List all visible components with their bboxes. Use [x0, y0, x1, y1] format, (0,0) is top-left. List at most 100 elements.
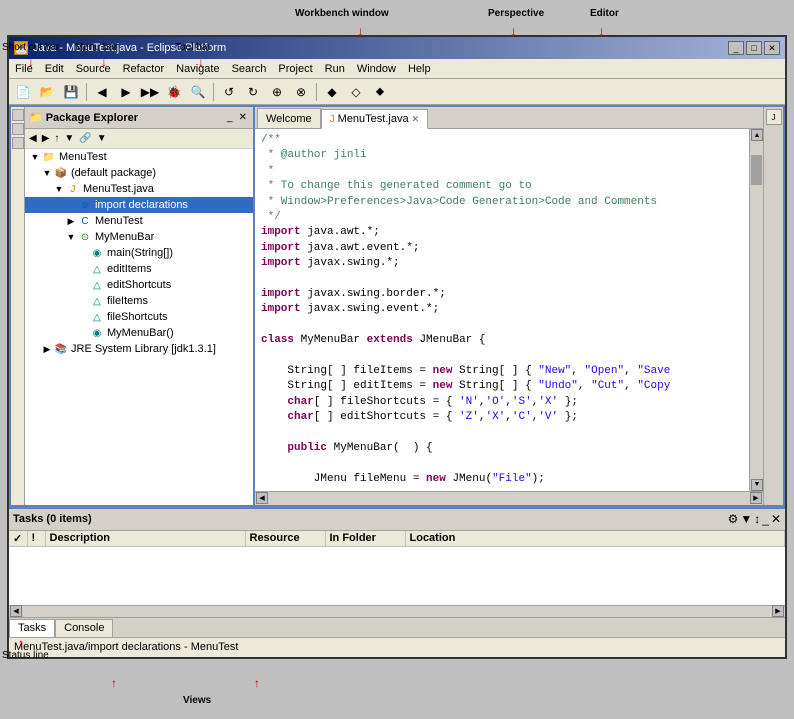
menu-file[interactable]: File: [9, 62, 39, 76]
toolbar-new-btn[interactable]: 📄: [12, 82, 34, 102]
tree-item-jre[interactable]: ▶ 📚 JRE System Library [jdk1.3.1]: [25, 341, 253, 357]
constructor-icon: ◉: [89, 326, 105, 340]
perspective-java-item[interactable]: J: [766, 109, 782, 125]
menutest-class-arrow[interactable]: ▶: [65, 216, 77, 227]
tree-item-fileshortcuts[interactable]: △ fileShortcuts: [25, 309, 253, 325]
menu-search[interactable]: Search: [226, 62, 273, 76]
jre-arrow[interactable]: ▶: [41, 344, 53, 355]
scroll-down-btn[interactable]: ▼: [751, 479, 763, 491]
exp-fwd-btn[interactable]: ▶: [40, 133, 52, 144]
toolbar-btn5[interactable]: ↺: [218, 82, 240, 102]
tab-welcome[interactable]: Welcome: [257, 108, 321, 128]
tasks-scroll-left[interactable]: ◀: [10, 605, 22, 617]
menu-refactor[interactable]: Refactor: [117, 62, 171, 76]
scroll-up-btn[interactable]: ▲: [751, 129, 763, 141]
expand-pkg-arrow[interactable]: ▼: [41, 168, 53, 178]
tab-menutest-java[interactable]: J MenuTest.java ✕: [321, 109, 428, 129]
menu-run[interactable]: Run: [319, 62, 351, 76]
toolbar-back-btn[interactable]: ◀: [91, 82, 113, 102]
col-description: Description: [45, 531, 245, 547]
exp-link-btn[interactable]: 🔗: [77, 133, 93, 144]
toolbar-btn10[interactable]: ◇: [345, 82, 367, 102]
shortcut-item-3[interactable]: [12, 137, 24, 149]
scroll-track[interactable]: [750, 141, 763, 479]
package-icon: 📦: [53, 166, 69, 180]
exp-up-btn[interactable]: ↑: [52, 133, 61, 144]
exp-collapse-btn[interactable]: ▼: [62, 133, 76, 144]
tasks-scrollbar-h[interactable]: ◀ ▶: [9, 605, 785, 617]
maximize-button[interactable]: □: [746, 41, 762, 55]
title-icon: ☕: [14, 41, 28, 55]
toolbar-sep1: [86, 83, 87, 101]
tree-area[interactable]: ▼ 📁 MenuTest ▼ 📦 (default package): [25, 149, 253, 505]
tree-item-fileitems[interactable]: △ fileItems: [25, 293, 253, 309]
toolbar-search-btn[interactable]: 🔍: [187, 82, 209, 102]
mymenubar-icon: ⊙: [77, 230, 93, 244]
exp-menu-btn[interactable]: ▼: [95, 133, 109, 144]
tasks-filter-btn[interactable]: ▼: [740, 512, 752, 526]
tree-item-menutest-java[interactable]: ▼ J MenuTest.java: [25, 181, 253, 197]
close-button[interactable]: ✕: [764, 41, 780, 55]
scroll-right-btn[interactable]: ▶: [750, 492, 762, 504]
menu-navigate[interactable]: Navigate: [170, 62, 225, 76]
explorer-icon: 📁: [29, 111, 43, 124]
toolbar-btn6[interactable]: ↻: [242, 82, 264, 102]
menu-help[interactable]: Help: [402, 62, 437, 76]
tasks-minimize-btn[interactable]: _: [762, 512, 769, 526]
tasks-sort-btn[interactable]: ↕: [754, 512, 760, 526]
menu-window[interactable]: Window: [351, 62, 402, 76]
tree-item-editshortcuts[interactable]: △ editShortcuts: [25, 277, 253, 293]
java-file-icon: J: [65, 182, 81, 196]
scroll-left-btn[interactable]: ◀: [256, 492, 268, 504]
toolbar-btn9[interactable]: ◆: [321, 82, 343, 102]
shortcut-item-1[interactable]: [12, 109, 24, 121]
bottom-panel-controls[interactable]: ⚙ ▼ ↕ _ ✕: [728, 512, 781, 526]
tab-console[interactable]: Console: [55, 619, 113, 637]
tree-item-menutest-class[interactable]: ▶ C MenuTest: [25, 213, 253, 229]
toolbar-fwd-btn[interactable]: ▶: [115, 82, 137, 102]
tree-item-mymenubar-constructor[interactable]: ◉ MyMenuBar(): [25, 325, 253, 341]
mymenubar-arrow[interactable]: ▼: [65, 232, 77, 242]
tree-item-default-pkg[interactable]: ▼ 📦 (default package): [25, 165, 253, 181]
minimize-button[interactable]: _: [728, 41, 744, 55]
explorer-close-btn[interactable]: ✕: [237, 112, 249, 123]
tree-item-mymenubar[interactable]: ▼ ⊙ MyMenuBar: [25, 229, 253, 245]
tasks-close-btn[interactable]: ✕: [771, 512, 781, 526]
expand-java-arrow[interactable]: ▼: [53, 184, 65, 194]
tree-item-import-declarations[interactable]: ⊕ import declarations: [25, 197, 253, 213]
menu-edit[interactable]: Edit: [39, 62, 70, 76]
toolbar-btn8[interactable]: ⊗: [290, 82, 312, 102]
title-buttons[interactable]: _ □ ✕: [728, 41, 780, 55]
menu-project[interactable]: Project: [272, 62, 318, 76]
exp-back-btn[interactable]: ◀: [27, 133, 39, 144]
col-location: Location: [405, 531, 785, 547]
tasks-scroll-right[interactable]: ▶: [772, 605, 784, 617]
toolbar-open-btn[interactable]: 📂: [36, 82, 58, 102]
tree-item-menutest[interactable]: ▼ 📁 MenuTest: [25, 149, 253, 165]
code-editor[interactable]: /** * @author jinli * * To change this g…: [255, 129, 749, 491]
menu-source[interactable]: Source: [70, 62, 117, 76]
toolbar-debug-btn[interactable]: 🐞: [163, 82, 185, 102]
tasks-table: ✓ ! Description Resource In Folder Locat…: [9, 531, 785, 547]
toolbar-run-btn[interactable]: ▶▶: [139, 82, 161, 102]
tasks-settings-btn[interactable]: ⚙: [728, 512, 739, 526]
tree-item-edititems[interactable]: △ editItems: [25, 261, 253, 277]
toolbar-save-btn[interactable]: 💾: [60, 82, 82, 102]
toolbar-btn11[interactable]: ⬥: [369, 82, 391, 102]
scroll-thumb[interactable]: [751, 155, 762, 185]
code-line-8: import java.awt.event.*;: [261, 241, 743, 256]
tab-tasks[interactable]: Tasks: [9, 619, 55, 637]
tab-close-btn[interactable]: ✕: [412, 114, 420, 125]
eclipse-window: ☕ Java - MenuTest.java - Eclipse Platfor…: [7, 35, 787, 659]
explorer-controls[interactable]: _ ✕: [225, 112, 249, 123]
expand-menutest-arrow[interactable]: ▼: [29, 152, 41, 162]
code-line-7: import java.awt.*;: [261, 225, 743, 240]
code-line-21: public MyMenuBar( ) {: [261, 441, 743, 456]
shortcut-item-2[interactable]: [12, 123, 24, 135]
explorer-minimize-btn[interactable]: _: [225, 112, 235, 123]
tree-item-main[interactable]: ◉ main(String[]): [25, 245, 253, 261]
editor-scrollbar-v[interactable]: ▲ ▼: [749, 129, 763, 491]
editor-scrollbar-h[interactable]: ◀ ▶: [255, 491, 763, 505]
left-panel: 📁 Package Explorer _ ✕ ◀ ▶ ↑: [25, 107, 255, 505]
toolbar-btn7[interactable]: ⊕: [266, 82, 288, 102]
